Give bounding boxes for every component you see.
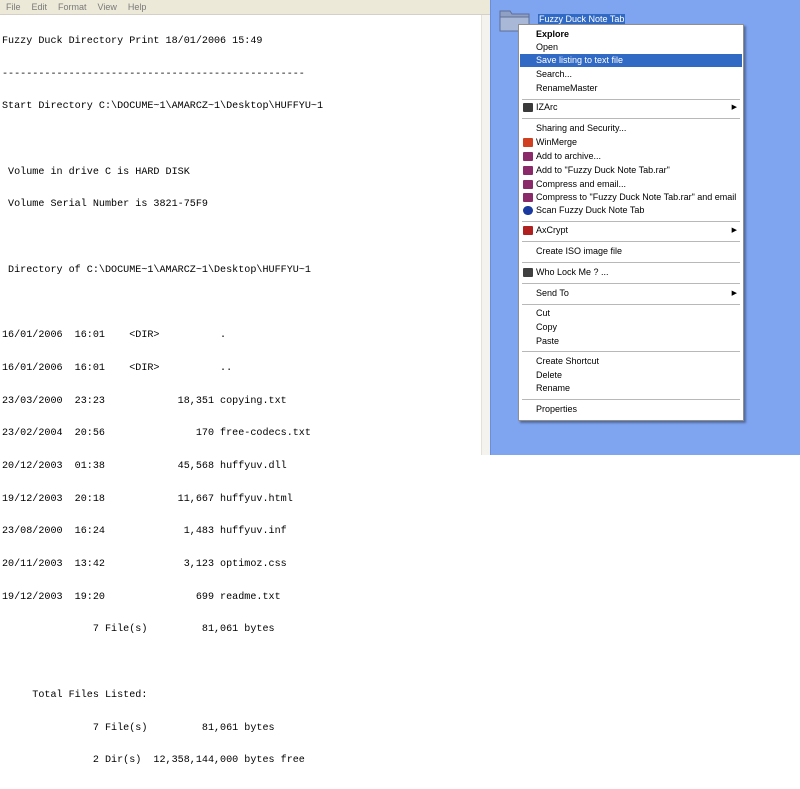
menu-item-add-rar[interactable]: Add to "Fuzzy Duck Note Tab.rar" <box>520 164 742 177</box>
menu-separator <box>522 262 740 263</box>
menu-separator <box>522 283 740 284</box>
text-line: 20/11/2003 13:42 3,123 optimoz.css <box>2 559 287 571</box>
notepad-menubar: File Edit Format View Help <box>0 0 490 15</box>
menu-help[interactable]: Help <box>122 0 152 14</box>
text-line <box>2 135 323 146</box>
menu-item-izarc[interactable]: IZArc ▶ <box>520 101 742 114</box>
winrar-icon <box>523 193 533 202</box>
menu-item-explore[interactable]: Explore <box>520 28 742 41</box>
text-line: Start Directory C:\DOCUME~1\AMARCZ~1\Des… <box>2 101 324 113</box>
menu-item-add-archive-label: Add to archive... <box>536 151 602 161</box>
menu-separator <box>522 399 740 400</box>
menu-separator <box>522 99 740 100</box>
submenu-arrow-icon: ▶ <box>731 290 737 297</box>
antivirus-icon <box>523 206 533 215</box>
menu-item-winmerge-label: WinMerge <box>536 137 578 147</box>
menu-item-cut[interactable]: Cut <box>520 307 742 320</box>
menu-item-axcrypt-label: AxCrypt <box>536 225 569 235</box>
text-line: 19/12/2003 20:18 11,667 huffyuv.html <box>2 493 293 505</box>
menu-item-add-archive[interactable]: Add to archive... <box>520 150 742 163</box>
menu-item-izarc-label: IZArc <box>536 102 558 112</box>
menu-item-who-lock[interactable]: Who Lock Me ? ... <box>520 266 742 279</box>
text-line <box>2 298 323 309</box>
menu-view[interactable]: View <box>92 0 122 14</box>
text-line: 23/02/2004 20:56 170 free-codecs.txt <box>2 428 311 440</box>
menu-item-search[interactable]: Search... <box>520 68 742 81</box>
menu-item-renamemaster[interactable]: RenameMaster <box>520 82 742 95</box>
menu-item-axcrypt[interactable]: AxCrypt ▶ <box>520 224 742 237</box>
menu-separator <box>522 304 740 305</box>
text-line: Total Files Listed: <box>2 689 148 701</box>
text-line: 7 File(s) 81,061 bytes <box>2 722 275 734</box>
izarc-icon <box>523 103 533 112</box>
menu-item-open[interactable]: Open <box>520 41 742 54</box>
submenu-arrow-icon: ▶ <box>731 104 737 111</box>
winrar-icon <box>523 180 533 189</box>
text-line: 19/12/2003 19:20 699 readme.txt <box>2 591 281 603</box>
menu-separator <box>522 241 740 242</box>
text-line: Fuzzy Duck Directory Print 18/01/2006 15… <box>2 35 263 47</box>
menu-item-compress-email-label: Compress and email... <box>536 179 627 189</box>
menu-item-who-lock-label: Who Lock Me ? ... <box>536 267 609 277</box>
submenu-arrow-icon: ▶ <box>731 227 737 234</box>
text-line: 7 File(s) 81,061 bytes <box>2 624 275 636</box>
text-line: 20/12/2003 01:38 45,568 huffyuv.dll <box>2 460 287 472</box>
menu-item-create-iso[interactable]: Create ISO image file <box>520 245 742 258</box>
menu-item-delete[interactable]: Delete <box>520 369 742 382</box>
menu-item-compress-rar-email-label: Compress to "Fuzzy Duck Note Tab.rar" an… <box>536 192 737 202</box>
text-line: 16/01/2006 16:01 <DIR> .. <box>2 362 233 374</box>
menu-item-sharing[interactable]: Sharing and Security... <box>520 122 742 135</box>
menu-item-paste[interactable]: Paste <box>520 335 742 348</box>
menu-item-send-to[interactable]: Send To ▶ <box>520 287 742 300</box>
text-line <box>2 658 323 669</box>
menu-separator <box>522 118 740 119</box>
text-line: ----------------------------------------… <box>2 68 305 80</box>
who-lock-icon <box>523 268 533 277</box>
winrar-icon <box>523 166 533 175</box>
axcrypt-icon <box>523 226 533 235</box>
winrar-icon <box>523 152 533 161</box>
text-line: Volume Serial Number is 3821-75F9 <box>2 199 208 211</box>
menu-item-compress-rar-email[interactable]: Compress to "Fuzzy Duck Note Tab.rar" an… <box>520 191 742 204</box>
text-line: 16/01/2006 16:01 <DIR> . <box>2 330 227 342</box>
text-line: 23/03/2000 23:23 18,351 copying.txt <box>2 395 287 407</box>
menu-format[interactable]: Format <box>52 0 92 14</box>
menu-item-send-to-label: Send To <box>536 288 569 298</box>
text-line <box>2 233 323 244</box>
context-menu: Explore Open Save listing to text file S… <box>518 24 744 421</box>
winmerge-icon <box>523 138 533 147</box>
text-line: Directory of C:\DOCUME~1\AMARCZ~1\Deskto… <box>2 264 311 276</box>
menu-item-rename[interactable]: Rename <box>520 382 742 395</box>
menu-item-save-listing[interactable]: Save listing to text file <box>520 54 742 67</box>
menu-item-add-rar-label: Add to "Fuzzy Duck Note Tab.rar" <box>536 165 670 175</box>
menu-item-scan-label: Scan Fuzzy Duck Note Tab <box>536 205 645 215</box>
notepad-window: File Edit Format View Help Fuzzy Duck Di… <box>0 0 491 766</box>
menu-item-properties[interactable]: Properties <box>520 403 742 416</box>
menu-file[interactable]: File <box>0 0 26 14</box>
menu-item-copy[interactable]: Copy <box>520 321 742 334</box>
text-line: 2 Dir(s) 12,358,144,000 bytes free <box>2 755 305 767</box>
menu-item-scan[interactable]: Scan Fuzzy Duck Note Tab <box>520 204 742 217</box>
menu-item-create-shortcut[interactable]: Create Shortcut <box>520 355 742 368</box>
notepad-text-area[interactable]: Fuzzy Duck Directory Print 18/01/2006 15… <box>2 15 323 789</box>
text-line: Volume in drive C is HARD DISK <box>2 166 190 178</box>
menu-item-compress-email[interactable]: Compress and email... <box>520 178 742 191</box>
menu-item-winmerge[interactable]: WinMerge <box>520 136 742 149</box>
menu-separator <box>522 351 740 352</box>
text-line: 23/08/2000 16:24 1,483 huffyuv.inf <box>2 526 287 538</box>
menu-separator <box>522 221 740 222</box>
menu-edit[interactable]: Edit <box>26 0 53 14</box>
